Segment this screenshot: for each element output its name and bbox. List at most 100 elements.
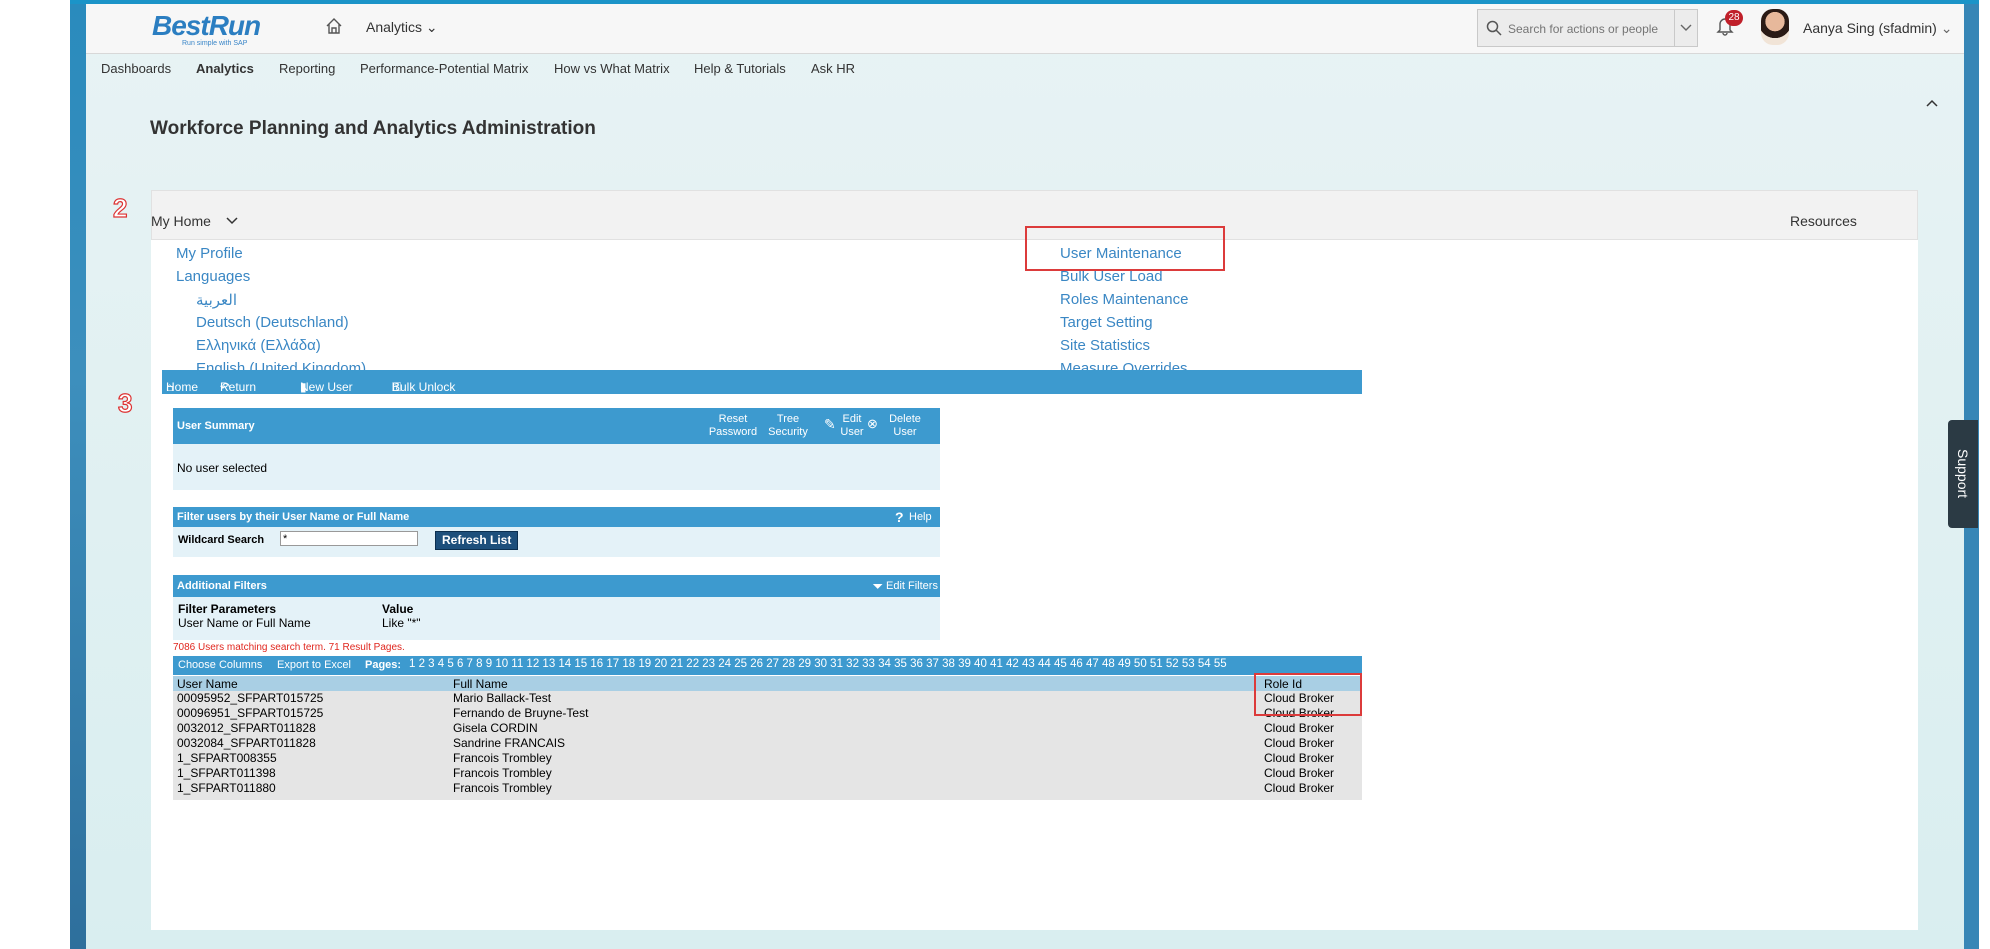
collapse-header-icon[interactable] [1925, 98, 1939, 108]
table-row[interactable]: 0032084_SFPART011828 Sandrine FRANCAIS Clo… [173, 736, 1362, 751]
no-user-message: No user selected [177, 461, 268, 475]
pages-label: Pages: [365, 659, 402, 671]
refresh-list-button[interactable]: Refresh List [435, 531, 519, 550]
link-my-profile[interactable]: My Profile [176, 245, 243, 262]
table-row[interactable]: 00096951_SFPART015725 Fernando de Bruyne-… [173, 706, 1362, 721]
chevron-down-icon [1680, 24, 1692, 31]
filter-users-body: Wildcard Search Refresh List [173, 527, 940, 557]
link-language-arabic[interactable]: العربية [196, 291, 237, 309]
delete-circle-icon[interactable]: ⊗ [867, 417, 878, 430]
page-number-links[interactable]: 1 2 3 4 5 6 7 8 9 10 11 12 13 14 15 16 1… [409, 658, 1227, 670]
user-menu[interactable]: Aanya Sing (sfadmin) ⌄ [1803, 20, 1952, 37]
home-icon[interactable] [325, 17, 343, 35]
edit-user-button[interactable]: Edit User [839, 413, 865, 439]
cell-full-name: Mario Ballack-Test [453, 691, 552, 705]
link-roles-maintenance[interactable]: Roles Maintenance [1060, 291, 1188, 308]
nav-how-vs-what-matrix[interactable]: How vs What Matrix [554, 61, 670, 76]
my-home-label: My Home [151, 213, 211, 229]
cell-user-name: 0032012_SFPART011828 [177, 721, 316, 735]
column-full-name[interactable]: Full Name [453, 677, 508, 691]
user-avatar[interactable] [1761, 9, 1789, 45]
support-tab[interactable]: Support [1948, 420, 1978, 528]
export-to-excel-link[interactable]: Export to Excel [277, 659, 351, 671]
additional-filters-header: Additional Filters ⏷ Edit Filters [173, 575, 940, 597]
filter-users-title: Filter users by their User Name or Full … [177, 511, 410, 523]
filter-users-panel: Filter users by their User Name or Full … [173, 507, 940, 557]
toolbar-new-user-label: New User [300, 380, 353, 394]
logo-tagline: Run simple with SAP [182, 40, 248, 47]
user-summary-title: User Summary [177, 420, 255, 432]
link-target-setting[interactable]: Target Setting [1060, 314, 1153, 331]
cell-full-name: Francois Trombley [453, 766, 552, 780]
additional-filters-body: Filter Parameters Value User Name or Ful… [173, 597, 940, 640]
wildcard-search-input[interactable] [280, 531, 418, 546]
results-pager-bar: Choose Columns Export to Excel Pages: 1 … [173, 656, 1362, 675]
column-user-name[interactable]: User Name [177, 677, 238, 691]
nav-dashboards[interactable]: Dashboards [101, 61, 171, 76]
module-menu-label: Analytics [366, 19, 423, 35]
help-icon[interactable]: ? [895, 509, 904, 525]
cell-full-name: Fernando de Bruyne-Test [453, 706, 589, 720]
toolbar-bulk-unlock-label: Bulk Unlock [392, 380, 456, 394]
link-languages[interactable]: Languages [176, 268, 250, 285]
chevron-down-icon [226, 217, 238, 225]
cell-user-name: 00095952_SFPART015725 [177, 691, 324, 705]
funnel-icon[interactable]: ⏷ [873, 579, 883, 594]
my-home-dropdown[interactable]: My Home [151, 213, 239, 229]
cell-full-name: Francois Trombley [453, 781, 552, 795]
filter-value-header: Value [382, 602, 414, 616]
nav-analytics[interactable]: Analytics [196, 61, 254, 76]
search-input[interactable] [1506, 18, 1660, 40]
chevron-down-icon: ⌄ [1940, 20, 1953, 36]
page-title: Workforce Planning and Analytics Adminis… [150, 118, 596, 139]
cell-role-id: Cloud Broker [1264, 751, 1335, 765]
cell-user-name: 0032084_SFPART011828 [177, 736, 316, 750]
link-language-german[interactable]: Deutsch (Deutschland) [196, 314, 349, 331]
wildcard-search-label: Wildcard Search [178, 534, 265, 546]
filter-value: Like "*" [382, 616, 421, 630]
cell-role-id: Cloud Broker [1264, 766, 1335, 780]
table-row[interactable]: 1_SFPART011398 Francois Trombley Cloud Bro… [173, 766, 1362, 781]
table-row[interactable]: 00095952_SFPART015725 Mario Ballack-Test C… [173, 691, 1362, 706]
highlight-user-maintenance [1025, 226, 1225, 271]
resources-label: Resources [1790, 213, 1857, 229]
help-link[interactable]: Help [909, 511, 932, 523]
search-scope-dropdown[interactable] [1674, 10, 1697, 46]
cell-user-name: 1_SFPART008355 [177, 751, 277, 765]
additional-filters-title: Additional Filters [177, 580, 267, 592]
cell-user-name: 1_SFPART011398 [177, 766, 276, 780]
choose-columns-link[interactable]: Choose Columns [178, 659, 262, 671]
reset-password-button[interactable]: Reset Password [705, 413, 761, 439]
result-count-text: 7086 Users matching search term. 71 Resu… [173, 642, 405, 653]
link-language-greek[interactable]: Ελληνικά (Ελλάδα) [196, 337, 321, 354]
logo-brand: BestRun [152, 10, 261, 41]
annotation-step-2: 2 [112, 192, 128, 223]
filter-users-header: Filter users by their User Name or Full … [173, 507, 940, 527]
nav-reporting[interactable]: Reporting [279, 61, 335, 76]
additional-filters-panel: Additional Filters ⏷ Edit Filters Filter… [173, 575, 940, 640]
nav-help-tutorials[interactable]: Help & Tutorials [694, 61, 786, 76]
user-summary-header: User Summary Reset Password Tree Securit… [173, 408, 940, 444]
edit-filters-link[interactable]: Edit Filters [886, 580, 938, 592]
module-menu[interactable]: Analytics ⌄ [366, 19, 438, 36]
toolbar-return-label: Return [220, 380, 257, 394]
chevron-down-icon: ⌄ [425, 19, 438, 35]
link-site-statistics[interactable]: Site Statistics [1060, 337, 1150, 354]
bestrun-logo[interactable]: BestRun [152, 10, 261, 42]
cell-user-name: 00096951_SFPART015725 [177, 706, 324, 720]
cell-full-name: Gisela CORDIN [453, 721, 538, 735]
filter-parameters-header: Filter Parameters [178, 602, 277, 616]
edit-icon[interactable]: ✎ [824, 417, 836, 431]
nav-ask-hr[interactable]: Ask HR [811, 61, 855, 76]
notification-count-badge: 28 [1725, 10, 1743, 26]
global-search[interactable] [1477, 9, 1698, 47]
annotation-step-3: 3 [117, 387, 133, 418]
table-row[interactable]: 1_SFPART011880 Francois Trombley Cloud Bro… [173, 781, 1362, 796]
cell-full-name: Francois Trombley [453, 751, 552, 765]
delete-user-button[interactable]: Delete User [885, 413, 925, 439]
tree-security-button[interactable]: Tree Security [763, 413, 813, 439]
table-row[interactable]: 0032012_SFPART011828 Gisela CORDIN Cloud B… [173, 721, 1362, 736]
table-row[interactable]: 1_SFPART008355 Francois Trombley Cloud Bro… [173, 751, 1362, 766]
nav-performance-potential-matrix[interactable]: Performance-Potential Matrix [360, 61, 528, 76]
cell-role-id: Cloud Broker [1264, 736, 1335, 750]
